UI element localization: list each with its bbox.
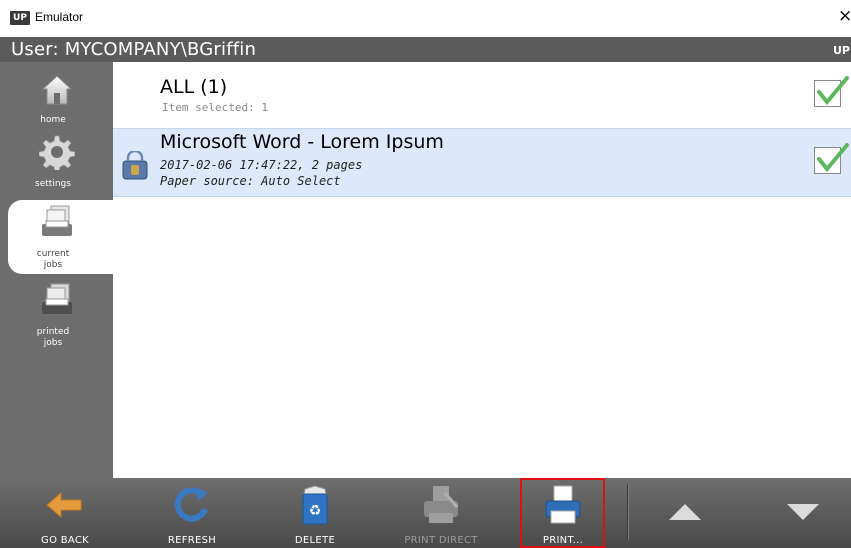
back-arrow-icon [46,491,82,519]
app-logo-icon: UP [10,11,30,25]
user-bar: User: MYCOMPANY\BGriffin UP [0,37,851,62]
sidebar-item-settings[interactable]: settings [8,132,113,192]
refresh-icon [174,487,208,522]
sidebar-item-home[interactable]: home [8,68,113,128]
print-direct-button[interactable]: PRINT DIRECT [396,478,486,548]
refresh-button[interactable]: REFRESH [147,478,237,548]
job-paper-source: Paper source: Auto Select [160,174,341,188]
down-arrow-icon [787,504,819,520]
select-all-row[interactable]: ALL (1) Item selected: 1 [113,62,851,128]
gear-icon [39,135,75,170]
go-back-button[interactable]: GO BACK [20,478,110,548]
job-list: ALL (1) Item selected: 1 Microsoft Word … [113,62,851,478]
delete-label: DELETE [294,535,336,546]
current-jobs-icon [42,205,72,236]
sidebar-item-printed-jobs[interactable]: printed jobs [8,280,113,354]
go-back-label: GO BACK [41,535,89,546]
delete-button[interactable]: ♻ DELETE [270,478,360,548]
selection-count: Item selected: 1 [162,101,268,114]
sidebar-item-label: home [40,115,66,125]
printer-icon [424,486,459,523]
scroll-down-button[interactable] [758,478,848,548]
print-direct-label: PRINT DIRECT [404,535,478,546]
window-title: Emulator [35,10,84,24]
recycle-bin-icon: ♻ [302,485,328,525]
bottom-toolbar: GO BACK REFRESH ♻ DELETE PRINT DIRECT PR… [0,478,851,548]
print-button-highlight [520,478,605,548]
brand-logo-icon: UP [833,44,850,57]
sidebar-item-label: settings [35,179,71,189]
job-checkbox[interactable] [813,143,849,175]
close-icon[interactable]: × [838,6,851,26]
lock-icon [122,151,148,180]
scroll-up-button[interactable] [640,478,730,548]
job-row[interactable]: Microsoft Word - Lorem Ipsum 2017-02-06 … [113,128,851,197]
job-title: Microsoft Word - Lorem Ipsum [160,131,444,153]
toolbar-divider [627,484,629,540]
sidebar-item-label: printed jobs [36,327,70,348]
printed-jobs-icon [42,283,72,314]
home-icon [41,75,73,105]
select-all-checkbox[interactable] [813,76,849,108]
sidebar-item-label: current jobs [36,249,70,270]
window-titlebar: UP Emulator × [0,0,851,37]
svg-text:♻: ♻ [309,503,322,519]
refresh-label: REFRESH [167,535,217,546]
job-meta: 2017-02-06 17:47:22, 2 pages [160,158,363,172]
sidebar-item-current-jobs[interactable]: current jobs [8,200,113,274]
all-title: ALL (1) [160,76,228,98]
up-arrow-icon [669,504,701,520]
user-name: User: MYCOMPANY\BGriffin [11,39,257,60]
sidebar: home settings current jobs printed jobs [0,62,113,478]
